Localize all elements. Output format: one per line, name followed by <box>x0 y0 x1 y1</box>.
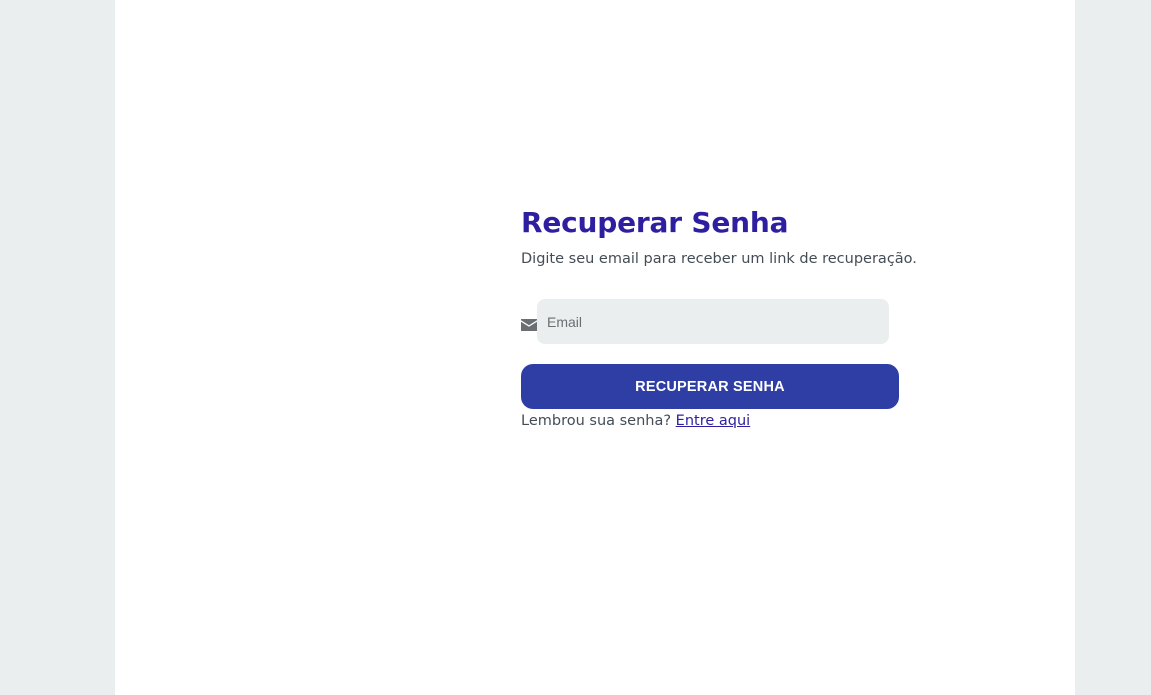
page-container: Recuperar Senha Digite seu email para re… <box>115 0 1075 695</box>
login-prompt-text: Lembrou sua senha? <box>521 413 672 429</box>
login-link[interactable]: Entre aqui <box>676 413 751 429</box>
email-input[interactable] <box>537 299 889 344</box>
recover-password-form: Recuperar Senha Digite seu email para re… <box>521 205 917 431</box>
email-row <box>521 299 899 344</box>
recover-password-button[interactable]: RECUPERAR SENHA <box>521 364 899 409</box>
page-subtitle: Digite seu email para receber um link de… <box>521 251 917 267</box>
envelope-icon <box>521 316 537 331</box>
page-title: Recuperar Senha <box>521 206 789 239</box>
login-prompt: Lembrou sua senha? Entre aqui <box>521 411 899 431</box>
